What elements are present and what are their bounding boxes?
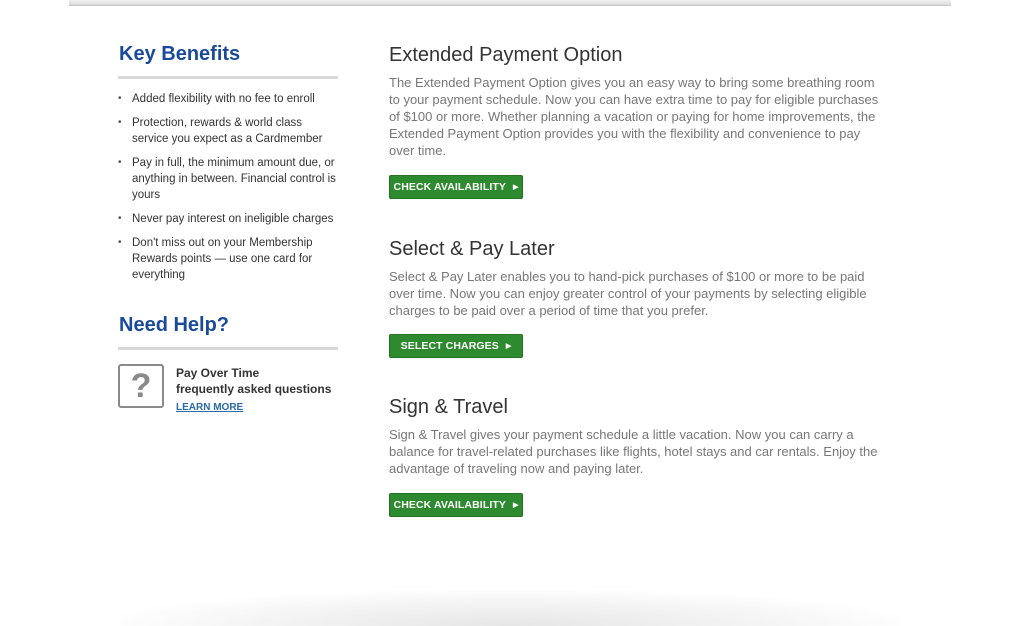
section-title: Sign & Travel bbox=[389, 396, 508, 418]
main-content: Extended Payment Option The Extended Pay… bbox=[389, 42, 879, 517]
button-label: SELECT CHARGES bbox=[400, 340, 499, 352]
benefit-item: Added flexibility with no fee to enroll bbox=[118, 91, 338, 107]
section-description: Sign & Travel gives your payment schedul… bbox=[389, 427, 878, 476]
play-arrow-icon: ▶ bbox=[512, 502, 519, 509]
button-label: CHECK AVAILABILITY bbox=[393, 499, 506, 511]
benefit-item: Never pay interest on ineligible charges bbox=[118, 211, 338, 227]
button-label: CHECK AVAILABILITY bbox=[393, 181, 506, 193]
benefit-item: Protection, rewards & world class servic… bbox=[118, 115, 338, 147]
top-divider bbox=[69, 0, 951, 6]
section-title: Select & Pay Later bbox=[389, 238, 555, 260]
question-mark-icon: ? bbox=[118, 364, 164, 408]
check-availability-button[interactable]: CHECK AVAILABILITY ▶ bbox=[389, 175, 523, 199]
help-box: ? Pay Over Time frequently asked questio… bbox=[118, 364, 338, 415]
key-benefits-list: Added flexibility with no fee to enroll … bbox=[118, 91, 338, 283]
check-availability-button[interactable]: CHECK AVAILABILITY ▶ bbox=[389, 493, 523, 517]
section-description: Select & Pay Later enables you to hand-p… bbox=[389, 269, 867, 318]
section-title: Extended Payment Option bbox=[389, 44, 623, 66]
benefit-item: Don't miss out on your Membership Reward… bbox=[118, 235, 338, 283]
help-text: Pay Over Time frequently asked questions… bbox=[176, 364, 331, 415]
benefit-item: Pay in full, the minimum amount due, or … bbox=[118, 155, 338, 203]
select-charges-button[interactable]: SELECT CHARGES ▶ bbox=[389, 334, 523, 358]
key-benefits-divider bbox=[118, 76, 338, 79]
sidebar: Key Benefits Added flexibility with no f… bbox=[118, 40, 338, 415]
need-help-divider bbox=[118, 347, 338, 350]
need-help-heading: Need Help? bbox=[119, 314, 230, 336]
help-title-line2: frequently asked questions bbox=[176, 382, 332, 396]
extended-payment-section: Extended Payment Option The Extended Pay… bbox=[389, 42, 879, 199]
play-arrow-icon: ▶ bbox=[512, 184, 519, 191]
footer-shadow bbox=[120, 590, 900, 626]
sign-travel-section: Sign & Travel Sign & Travel gives your p… bbox=[389, 394, 879, 517]
learn-more-link[interactable]: LEARN MORE bbox=[176, 402, 243, 413]
help-title-line1: Pay Over Time bbox=[176, 366, 260, 380]
key-benefits-heading: Key Benefits bbox=[119, 43, 241, 65]
select-pay-later-section: Select & Pay Later Select & Pay Later en… bbox=[389, 236, 879, 358]
section-description: The Extended Payment Option gives you an… bbox=[389, 75, 879, 158]
play-arrow-icon: ▶ bbox=[505, 343, 512, 350]
